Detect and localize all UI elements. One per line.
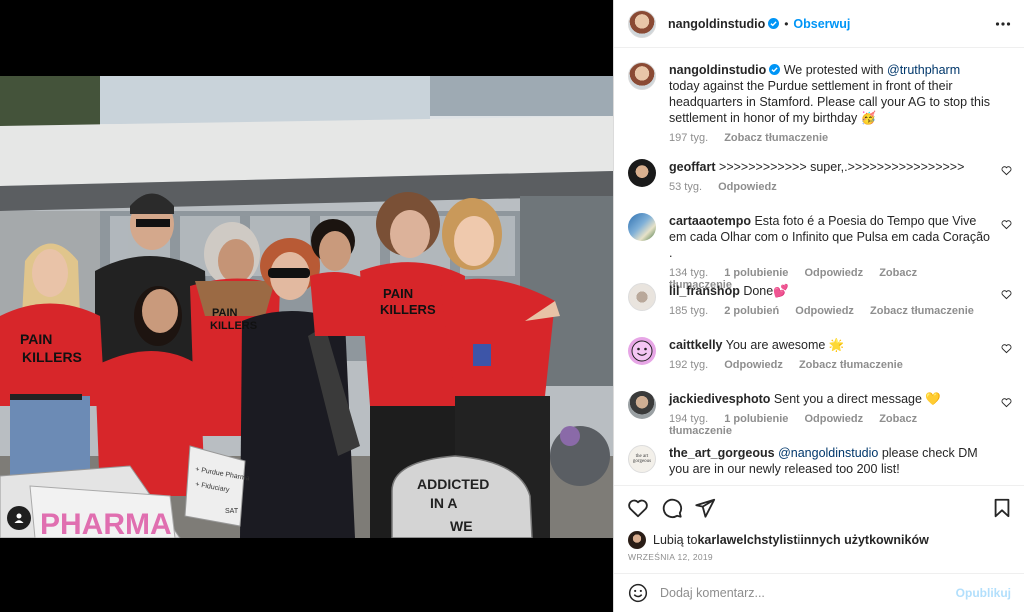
shirt-text-pain-3: PAIN [212, 307, 238, 319]
comment-time[interactable]: 185 tyg. [669, 305, 708, 317]
publish-button[interactable]: Opublikuj [956, 586, 1011, 600]
avatar-logo-text: the art gorgeous [632, 454, 652, 464]
comment-item: cartaaotempo Esta foto é a Poesia do Tem… [628, 213, 1012, 291]
comment-text: You are awesome 🌟 [725, 338, 845, 352]
caption-translate-link[interactable]: Zobacz tłumaczenie [724, 132, 828, 144]
comment-text: >>>>>>>>>>>> super,.>>>>>>>>>>>>>>>> [719, 160, 965, 174]
caption: nangoldinstudio We protested with @truth… [628, 62, 1012, 144]
liker-avatar[interactable] [628, 531, 646, 549]
comment-item: caittkelly You are awesome 🌟 192 tyg. Od… [628, 337, 1012, 371]
sign-text-line-1: ADDICTED [417, 476, 489, 492]
comment-likes-count[interactable]: 2 polubień [724, 305, 779, 317]
likes-prefix: Lubią to [653, 533, 698, 547]
liker-username[interactable]: karlawelchstylist [697, 533, 797, 547]
comment-item: geoffart >>>>>>>>>>>> super,.>>>>>>>>>>>… [628, 159, 1012, 193]
comment-text: Sent you a direct message 💛 [773, 392, 941, 406]
comment-like-heart-icon[interactable] [1001, 343, 1012, 354]
add-comment-bar: Opublikuj [614, 573, 1024, 612]
comment-translate-link[interactable]: Zobacz tłumaczenie [799, 359, 903, 371]
sign-pharma-text: PHARMA [40, 508, 172, 538]
comment-item: jackiedivesphoto Sent you a direct messa… [628, 391, 1012, 437]
comment-like-heart-icon[interactable] [1001, 289, 1012, 300]
separator-dot: • [784, 16, 789, 31]
caption-username[interactable]: nangoldinstudio [669, 63, 766, 77]
shirt-text-pain-2: PAIN [383, 286, 413, 301]
commenter-avatar[interactable] [628, 337, 656, 365]
comment-like-heart-icon[interactable] [1001, 397, 1012, 408]
commenter-avatar[interactable] [628, 283, 656, 311]
comment-likes-count[interactable]: 1 polubienie [724, 267, 788, 279]
post-actions-section: Lubią to karlawelchstylist i innych użyt… [614, 485, 1024, 562]
commenter-username[interactable]: lil_franshop [669, 284, 740, 298]
comment-time[interactable]: 194 tyg. [669, 413, 708, 425]
comment-time[interactable]: 53 tyg. [669, 181, 702, 193]
user-tag-icon[interactable] [7, 506, 31, 530]
post-header: nangoldinstudio • Obserwuj [614, 0, 1024, 48]
shirt-text-killers-2: KILLERS [380, 302, 436, 317]
comment-time[interactable]: 192 tyg. [669, 359, 708, 371]
commenter-username[interactable]: jackiedivesphoto [669, 392, 770, 406]
caption-time[interactable]: 197 tyg. [669, 132, 708, 144]
caption-text-end: today against the Purdue settlement in f… [669, 79, 991, 125]
comment-input[interactable] [660, 586, 956, 600]
comment-translate-link[interactable]: Zobacz tłumaczenie [870, 305, 974, 317]
post-media: PAIN KILLERS PAIN KILLERS PAIN KILLERS A… [0, 0, 613, 612]
send-icon[interactable] [694, 497, 716, 519]
caption-text-start: We protested with [783, 63, 887, 77]
shirt-text-killers-3: KILLERS [210, 320, 257, 332]
comment-mention-link[interactable]: @nangoldinstudio [778, 446, 878, 460]
sign-text-line-3: WE [450, 518, 473, 534]
sign-text-line-2: IN A [430, 495, 457, 511]
comment-likes-count[interactable]: 1 polubienie [724, 413, 788, 425]
commenter-avatar[interactable]: the art gorgeous [628, 445, 656, 473]
comment-reply-link[interactable]: Odpowiedz [724, 359, 783, 371]
comment-reply-link[interactable]: Odpowiedz [804, 413, 863, 425]
commenter-avatar[interactable] [628, 213, 656, 241]
comment-item: the art gorgeous the_art_gorgeous @nango… [628, 445, 1012, 477]
comment-reply-link[interactable]: Odpowiedz [795, 305, 854, 317]
author-avatar[interactable] [628, 9, 656, 38]
commenter-avatar[interactable] [628, 391, 656, 419]
commenter-username[interactable]: geoffart [669, 160, 716, 174]
comment-like-heart-icon[interactable] [1001, 165, 1012, 176]
caption-mention-link[interactable]: @truthpharm [887, 63, 960, 77]
post-side-panel: nangoldinstudio • Obserwuj nangoldinstud… [613, 0, 1024, 612]
sign-middle-line-3: SAT [225, 508, 239, 515]
bookmark-icon[interactable] [991, 497, 1013, 519]
likes-summary: Lubią to karlawelchstylist i innych użyt… [628, 531, 929, 549]
commenter-avatar[interactable] [628, 159, 656, 187]
comments-list[interactable]: nangoldinstudio We protested with @truth… [614, 49, 1024, 485]
commenter-username[interactable]: caittkelly [669, 338, 723, 352]
more-horizontal-icon[interactable] [995, 16, 1011, 32]
comment-reply-link[interactable]: Odpowiedz [718, 181, 777, 193]
author-username[interactable]: nangoldinstudio [668, 17, 765, 31]
post-photo[interactable]: PAIN KILLERS PAIN KILLERS PAIN KILLERS A… [0, 76, 613, 538]
comment-text: Done💕 [743, 284, 789, 298]
verified-badge-icon [768, 18, 780, 29]
comment-icon[interactable] [661, 497, 683, 519]
caption-avatar[interactable] [628, 62, 656, 90]
comment-time[interactable]: 134 tyg. [669, 267, 708, 279]
post-date[interactable]: WRZEŚNIA 12, 2019 [628, 552, 713, 562]
commenter-username[interactable]: the_art_gorgeous [669, 446, 775, 460]
comment-reply-link[interactable]: Odpowiedz [804, 267, 863, 279]
shirt-text-pain: PAIN [20, 331, 52, 347]
others-likes-link[interactable]: innych użytkowników [800, 533, 929, 547]
comment-like-heart-icon[interactable] [1001, 219, 1012, 230]
protest-photo-illustration: PAIN KILLERS PAIN KILLERS PAIN KILLERS A… [0, 76, 613, 538]
heart-icon[interactable] [627, 497, 649, 519]
emoji-icon[interactable] [628, 583, 648, 603]
comment-item: lil_franshop Done💕 185 tyg. 2 polubień O… [628, 283, 1012, 317]
verified-badge-icon [769, 64, 781, 75]
commenter-username[interactable]: cartaaotempo [669, 214, 751, 228]
follow-button[interactable]: Obserwuj [793, 17, 850, 31]
smiley-face-icon [631, 340, 653, 362]
shirt-text-killers: KILLERS [22, 349, 82, 365]
